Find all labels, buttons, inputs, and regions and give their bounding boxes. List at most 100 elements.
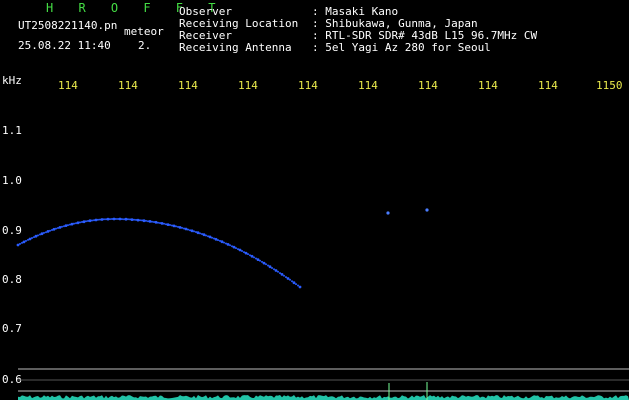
trace-point xyxy=(67,224,69,227)
trace-point xyxy=(40,232,44,236)
trace-point xyxy=(127,218,129,221)
trace-point xyxy=(175,225,177,228)
hrofft-screen: H R O F F T UT2508221140.pn meteor 25.08… xyxy=(0,0,629,400)
trace-point xyxy=(193,230,195,233)
trace-point xyxy=(262,261,266,265)
trace-point xyxy=(229,244,231,247)
trace-point xyxy=(241,250,243,252)
trace-point xyxy=(88,219,92,223)
trace-point xyxy=(148,220,152,223)
trace-point xyxy=(52,227,56,231)
trace-point xyxy=(154,220,158,224)
trace-point xyxy=(196,231,200,235)
trace-point xyxy=(118,217,122,221)
trace-point xyxy=(298,285,302,289)
trace-point xyxy=(295,283,297,286)
trace-point xyxy=(145,219,147,222)
trace-point xyxy=(97,218,99,221)
trace-point xyxy=(133,218,135,221)
trace-point xyxy=(256,258,260,261)
spectrum-fill xyxy=(18,395,629,400)
trace-point xyxy=(274,269,278,272)
trace-point xyxy=(31,237,33,239)
spectrogram-plot xyxy=(16,208,629,400)
trace-point xyxy=(202,233,206,237)
trace-point xyxy=(220,240,224,244)
trace-point xyxy=(55,227,57,230)
trace-point xyxy=(283,274,285,277)
trace-point xyxy=(232,245,236,249)
trace-point xyxy=(100,218,104,221)
meteor-echo-dots xyxy=(386,208,429,215)
echo-dot xyxy=(386,211,390,215)
trace-point xyxy=(244,251,248,255)
trace-point xyxy=(91,219,93,222)
trace-point xyxy=(34,234,38,238)
trace-point xyxy=(226,243,230,246)
trace-point xyxy=(181,226,183,229)
trace-point xyxy=(25,239,27,242)
trace-point xyxy=(79,221,81,224)
trace-point xyxy=(130,218,134,222)
trace-point xyxy=(49,229,51,232)
trace-point xyxy=(76,221,80,225)
trace-point xyxy=(217,239,219,242)
trace-point xyxy=(187,228,189,231)
trace-point xyxy=(265,263,267,266)
grid-lines xyxy=(18,368,629,392)
trace-point xyxy=(115,218,117,220)
trace-point xyxy=(19,242,21,245)
trace-point xyxy=(28,237,32,241)
trace-point xyxy=(286,277,290,280)
trace-point xyxy=(235,247,237,250)
trace-point xyxy=(85,220,87,223)
trace-point xyxy=(291,280,293,283)
trace-point xyxy=(292,281,296,285)
trace-point xyxy=(199,232,201,235)
trace-point xyxy=(46,230,50,233)
trace-point xyxy=(106,217,110,221)
trace-point xyxy=(151,220,153,223)
trace-point xyxy=(43,231,45,234)
meteor-doppler-trace xyxy=(16,217,302,289)
trace-point xyxy=(124,217,128,221)
trace-point xyxy=(121,218,123,221)
trace-point xyxy=(190,229,194,233)
trace-point xyxy=(139,219,141,222)
trace-point xyxy=(157,221,159,224)
trace-point xyxy=(259,259,261,262)
trace-point xyxy=(37,234,39,237)
trace-point xyxy=(289,278,291,281)
trace-point xyxy=(238,248,242,252)
trace-point xyxy=(160,222,164,225)
trace-point xyxy=(112,217,116,221)
trace-point xyxy=(273,268,275,271)
trace-point xyxy=(166,223,170,227)
trace-point xyxy=(208,235,212,239)
trace-point xyxy=(169,224,171,226)
trace-point xyxy=(178,226,182,229)
trace-point xyxy=(277,270,279,273)
trace-point xyxy=(214,237,218,241)
trace-point xyxy=(280,273,284,276)
trace-point xyxy=(16,243,20,247)
trace-point xyxy=(136,218,140,222)
trace-point xyxy=(73,222,75,225)
trace-point xyxy=(61,225,63,228)
trace-point xyxy=(253,256,255,259)
trace-point xyxy=(279,272,281,275)
trace-point xyxy=(109,218,111,221)
trace-point xyxy=(163,222,165,225)
trace-point xyxy=(94,218,98,222)
signal-spectrum-strip xyxy=(18,395,629,400)
trace-point xyxy=(271,267,273,269)
trace-point xyxy=(211,236,213,239)
trace-point xyxy=(268,265,272,269)
trace-point xyxy=(205,234,207,237)
trace-point xyxy=(22,240,26,244)
trace-point xyxy=(184,227,188,231)
trace-point xyxy=(285,276,287,279)
echo-dot xyxy=(425,208,429,212)
trace-point xyxy=(142,219,146,223)
trace-point xyxy=(70,222,74,226)
